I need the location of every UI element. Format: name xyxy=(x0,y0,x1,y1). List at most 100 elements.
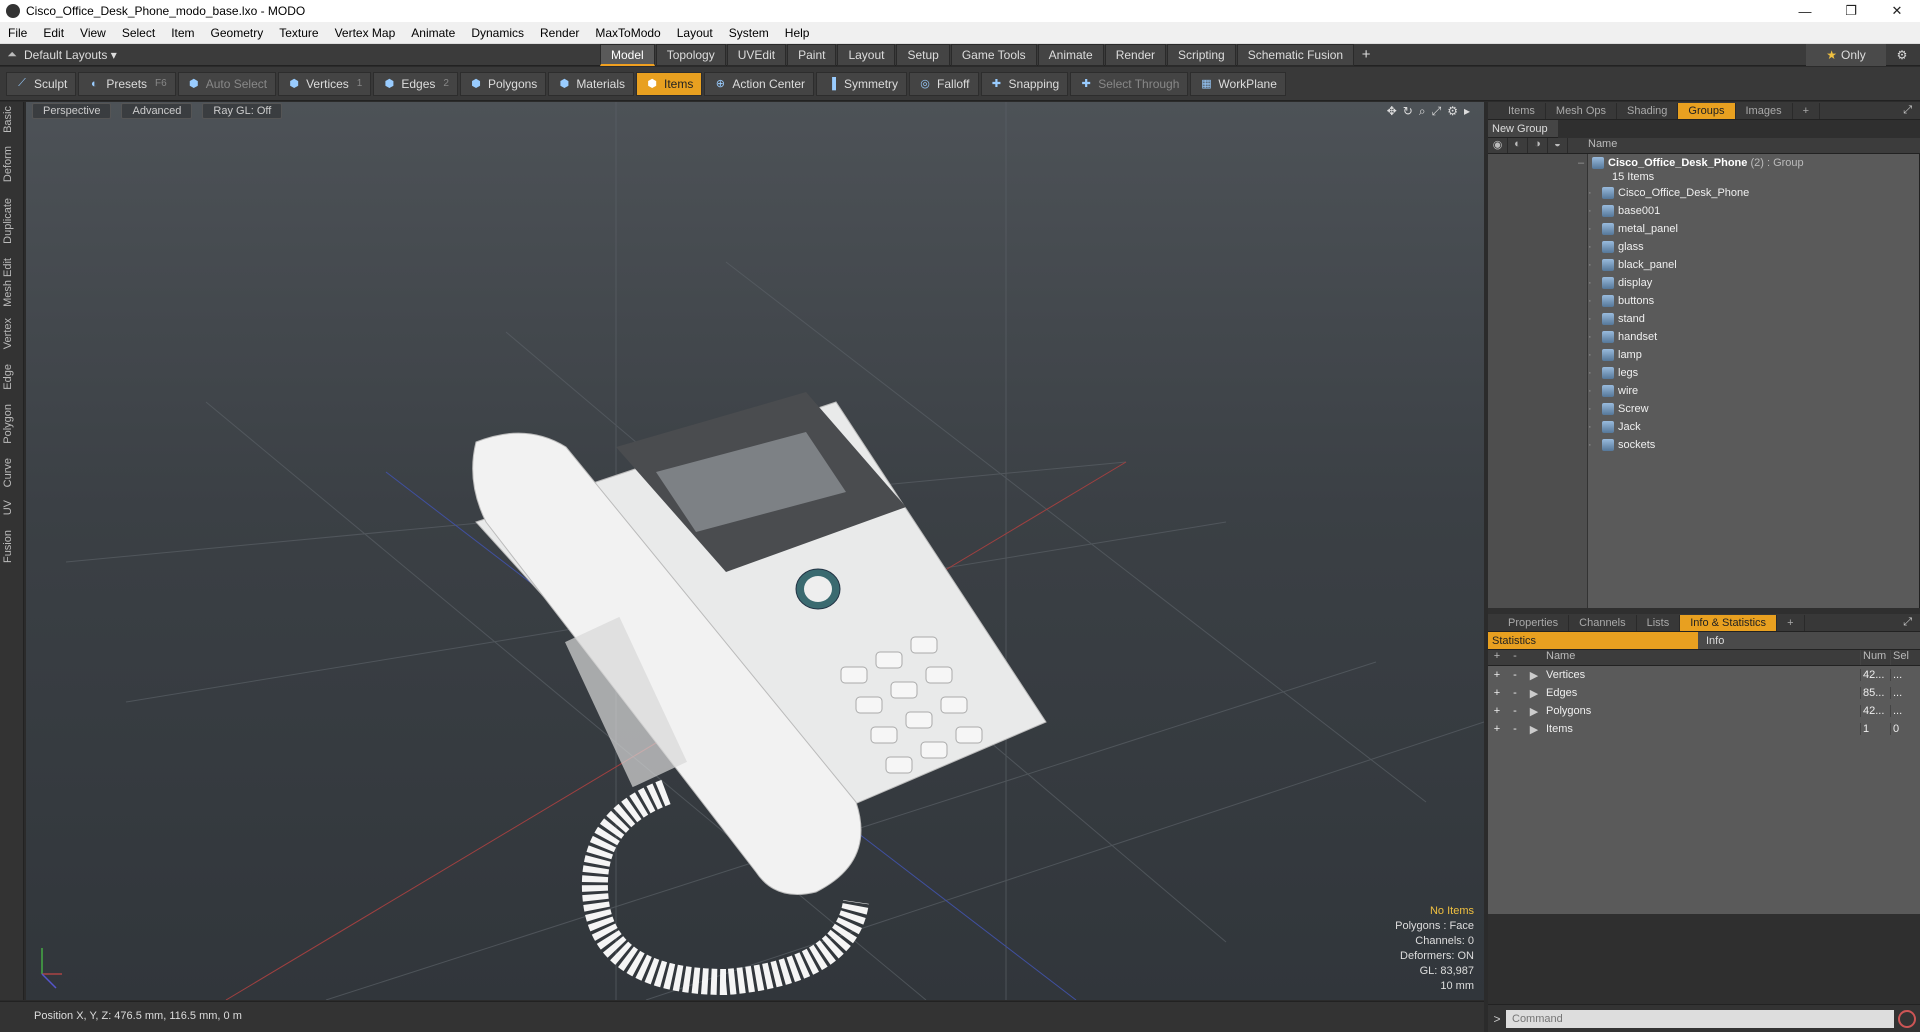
tab-scripting[interactable]: Scripting xyxy=(1167,43,1236,66)
tab-deform[interactable]: Deform xyxy=(2,146,22,182)
tab-model[interactable]: Model xyxy=(600,43,655,66)
collapse-all-icon[interactable]: - xyxy=(1506,650,1524,665)
list-item[interactable]: · metal_panel xyxy=(1588,220,1678,238)
tab-mesh-ops[interactable]: Mesh Ops xyxy=(1546,102,1618,119)
tab-duplicate[interactable]: Duplicate xyxy=(2,198,22,244)
viewport-settings-icon[interactable]: ⚙ xyxy=(1447,104,1458,119)
tab-uvedit[interactable]: UVEdit xyxy=(726,43,787,66)
tab-paint[interactable]: Paint xyxy=(787,43,837,66)
rotate-view-icon[interactable]: ↻ xyxy=(1403,104,1413,119)
lock-col-icon[interactable]: ◑ xyxy=(1528,138,1548,153)
vertices-button[interactable]: ⬢ Vertices 1 xyxy=(278,71,372,96)
tab-basic[interactable]: Basic xyxy=(2,106,22,133)
tab-info-statistics[interactable]: Info & Statistics xyxy=(1680,614,1778,631)
falloff-button[interactable]: ◎ Falloff xyxy=(909,71,979,96)
tab-layout[interactable]: Layout xyxy=(837,43,896,66)
zoom-view-icon[interactable]: ⌕ xyxy=(1419,104,1426,119)
3d-viewport[interactable]: Perspective Advanced Ray GL: Off ✥ ↻ ⌕ ⤢… xyxy=(26,102,1484,1000)
list-item[interactable]: · Cisco_Office_Desk_Phone xyxy=(1588,184,1749,202)
default-layouts-dropdown[interactable]: Default Layouts ▾ xyxy=(24,48,117,62)
sculpt-button[interactable]: ⟋ Sculpt xyxy=(6,71,77,96)
menu-item[interactable]: Item xyxy=(163,26,202,40)
menu-file[interactable]: File xyxy=(0,26,35,40)
statistics-tab[interactable]: Statistics xyxy=(1488,632,1698,649)
list-item[interactable]: · glass xyxy=(1588,238,1644,256)
tab-properties[interactable]: Properties xyxy=(1498,614,1570,631)
items-button[interactable]: ⬢ Items xyxy=(636,71,703,96)
list-item[interactable]: · black_panel xyxy=(1588,256,1677,274)
menu-help[interactable]: Help xyxy=(777,26,818,40)
snapping-button[interactable]: ✚ Snapping xyxy=(980,71,1069,96)
menu-dynamics[interactable]: Dynamics xyxy=(463,26,532,40)
list-item[interactable]: · Screw xyxy=(1588,400,1649,418)
table-row[interactable]: + - ▶ Edges 85...... xyxy=(1488,684,1920,702)
visibility-col-icon[interactable]: ◉ xyxy=(1488,138,1508,153)
menu-system[interactable]: System xyxy=(721,26,777,40)
polygons-button[interactable]: ⬢ Polygons xyxy=(459,71,547,96)
tab-uv[interactable]: UV xyxy=(2,500,22,515)
raygl-dropdown[interactable]: Ray GL: Off xyxy=(202,103,283,119)
add-tab-icon[interactable]: + xyxy=(1355,46,1377,63)
tab-topology[interactable]: Topology xyxy=(655,43,726,66)
tab-curve[interactable]: Curve xyxy=(2,458,22,487)
select-through-button[interactable]: ✚ Select Through xyxy=(1070,71,1189,96)
command-input[interactable] xyxy=(1506,1009,1894,1028)
action-center-button[interactable]: ⊕ Action Center xyxy=(704,71,815,96)
list-item[interactable]: · wire xyxy=(1588,382,1638,400)
tab-render[interactable]: Render xyxy=(1104,43,1167,66)
only-button[interactable]: ★ Only xyxy=(1806,44,1886,66)
tab-polygon[interactable]: Polygon xyxy=(2,404,22,444)
expand-panel-icon[interactable]: ⤢ xyxy=(1903,104,1912,117)
list-item[interactable]: · lamp xyxy=(1588,346,1642,364)
presets-button[interactable]: ◐ Presets F6 xyxy=(78,71,176,96)
view-type-dropdown[interactable]: Perspective xyxy=(32,103,112,119)
new-group-button[interactable]: New Group xyxy=(1488,120,1558,138)
expand-arrow-icon[interactable]: ▶ xyxy=(1524,723,1544,736)
close-button[interactable]: ✕ xyxy=(1874,0,1920,22)
tab-lists[interactable]: Lists xyxy=(1637,614,1681,631)
list-item[interactable]: · handset xyxy=(1588,328,1657,346)
list-item[interactable]: · base001 xyxy=(1588,202,1660,220)
tab-game-tools[interactable]: Game Tools xyxy=(950,43,1037,66)
name-col-header[interactable]: Name xyxy=(1568,138,1617,153)
tab-schematic-fusion[interactable]: Schematic Fusion xyxy=(1236,43,1355,66)
table-row[interactable]: + - ▶ Polygons 42...... xyxy=(1488,702,1920,720)
list-item[interactable]: · legs xyxy=(1588,364,1638,382)
expand-arrow-icon[interactable]: ▶ xyxy=(1524,687,1544,700)
add-panel-tab-icon[interactable]: + xyxy=(1793,102,1821,119)
fit-view-icon[interactable]: ⤢ xyxy=(1432,104,1442,119)
tab-setup[interactable]: Setup xyxy=(896,43,950,66)
tab-edge[interactable]: Edge xyxy=(2,364,22,390)
table-row[interactable]: + - ▶ Items 1 0 xyxy=(1488,720,1920,738)
shading-dropdown[interactable]: Advanced xyxy=(121,103,193,119)
select-col-icon[interactable]: ◒ xyxy=(1548,138,1568,153)
edges-button[interactable]: ⬢ Edges 2 xyxy=(373,71,458,96)
auto-select-button[interactable]: ⬢ Auto Select xyxy=(177,71,277,96)
list-item[interactable]: · stand xyxy=(1588,310,1645,328)
info-tab[interactable]: Info xyxy=(1698,632,1920,649)
tab-images[interactable]: Images xyxy=(1736,102,1793,119)
menu-select[interactable]: Select xyxy=(114,26,163,40)
menu-texture[interactable]: Texture xyxy=(271,26,326,40)
render-col-icon[interactable]: ◐ xyxy=(1508,138,1528,153)
minimize-button[interactable]: — xyxy=(1782,0,1828,22)
menu-geometry[interactable]: Geometry xyxy=(203,26,272,40)
menu-view[interactable]: View xyxy=(72,26,114,40)
list-item[interactable]: · display xyxy=(1588,274,1652,292)
table-row[interactable]: + - ▶ Vertices 42...... xyxy=(1488,666,1920,684)
tab-fusion[interactable]: Fusion xyxy=(2,530,22,563)
menu-animate[interactable]: Animate xyxy=(403,26,463,40)
menu-vertex-map[interactable]: Vertex Map xyxy=(327,26,404,40)
move-view-icon[interactable]: ✥ xyxy=(1387,104,1397,119)
restore-button[interactable]: ❐ xyxy=(1828,0,1874,22)
add-stats-tab-icon[interactable]: + xyxy=(1777,614,1805,631)
tab-vertex[interactable]: Vertex xyxy=(2,318,22,349)
menu-layout[interactable]: Layout xyxy=(669,26,721,40)
tab-mesh-edit[interactable]: Mesh Edit xyxy=(2,258,22,307)
tab-channels[interactable]: Channels xyxy=(1569,614,1637,631)
tab-shading[interactable]: Shading xyxy=(1617,102,1679,119)
menu-edit[interactable]: Edit xyxy=(35,26,72,40)
expand-arrow-icon[interactable]: ▶ xyxy=(1524,705,1544,718)
menu-render[interactable]: Render xyxy=(532,26,587,40)
list-item[interactable]: · buttons xyxy=(1588,292,1654,310)
